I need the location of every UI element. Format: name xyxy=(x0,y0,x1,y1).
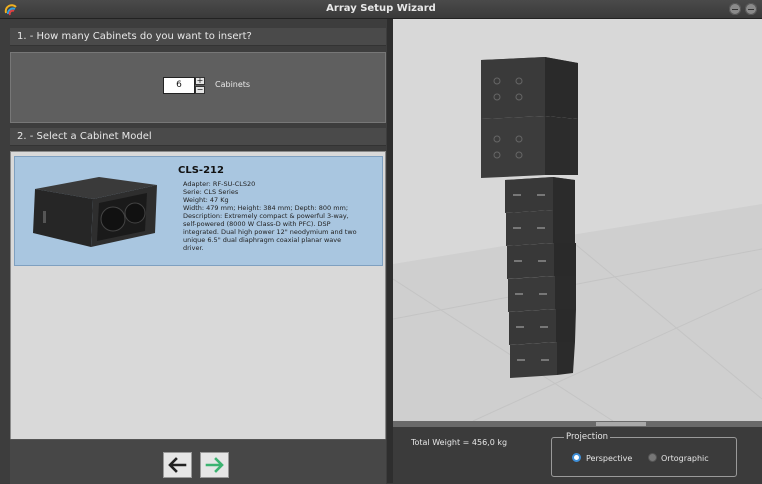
ortographic-label[interactable]: Ortographic xyxy=(661,454,709,463)
cabinets-label: Cabinets xyxy=(215,80,251,89)
array-3d-view xyxy=(393,57,762,421)
model-detail-line: integrated. Dual high power 12" neodymiu… xyxy=(183,228,357,236)
model-list-item[interactable]: CLS-212 Adapter: RF-SU-CLS20 Serie: CLS … xyxy=(14,156,383,266)
perspective-radio[interactable] xyxy=(572,453,581,462)
wizard-nav-bar xyxy=(10,439,386,484)
cabinet-image xyxy=(33,177,157,247)
model-detail-line: unique 6.5" dual diaphragm coaxial plana… xyxy=(183,236,342,244)
model-detail-line: Weight: 47 Kg xyxy=(183,196,229,204)
step1-header: 1. - How many Cabinets do you want to in… xyxy=(10,28,386,46)
3d-viewport[interactable] xyxy=(393,19,762,421)
decrement-button[interactable]: − xyxy=(195,86,205,94)
model-name: CLS-212 xyxy=(178,165,224,176)
next-button[interactable] xyxy=(200,452,229,478)
model-detail-line: Description: Extremely compact & powerfu… xyxy=(183,212,349,220)
arrow-left-icon xyxy=(168,457,187,473)
cabinet-count-stepper[interactable]: 6 + − xyxy=(163,77,205,94)
model-detail-line: driver. xyxy=(183,244,204,252)
model-detail-line: Serie: CLS Series xyxy=(183,188,239,196)
step2-header: 2. - Select a Cabinet Model xyxy=(10,128,386,146)
projection-title: Projection xyxy=(564,432,611,442)
perspective-label[interactable]: Perspective xyxy=(586,454,632,463)
arrow-right-icon xyxy=(205,457,224,473)
window-title: Array Setup Wizard xyxy=(326,3,436,14)
cabinet-count-input[interactable]: 6 xyxy=(163,77,195,94)
cabinet-count-box: 6 + − Cabinets xyxy=(10,52,386,123)
increment-button[interactable]: + xyxy=(195,77,205,85)
back-button[interactable] xyxy=(163,452,192,478)
cabinet-model-list[interactable]: CLS-212 Adapter: RF-SU-CLS20 Serie: CLS … xyxy=(10,151,386,454)
model-detail-line: self-powered (8000 W Class-D with PFC). … xyxy=(183,220,331,228)
model-detail-line: Width: 479 mm; Height: 384 mm; Depth: 80… xyxy=(183,204,349,212)
model-detail-line: Adapter: RF-SU-CLS20 xyxy=(183,180,256,188)
ortographic-radio[interactable] xyxy=(648,453,657,462)
close-button[interactable] xyxy=(745,3,757,15)
projection-group: Projection Perspective Ortographic xyxy=(551,432,737,477)
title-bar: Array Setup Wizard xyxy=(0,0,762,19)
bottom-panel: Total Weight = 456,0 kg Projection Persp… xyxy=(393,427,762,483)
total-weight-label: Total Weight = 456,0 kg xyxy=(411,438,508,447)
wizard-left-panel: 1. - How many Cabinets do you want to in… xyxy=(0,19,392,484)
minimize-button[interactable] xyxy=(729,3,741,15)
scrollbar-thumb[interactable] xyxy=(596,422,646,426)
